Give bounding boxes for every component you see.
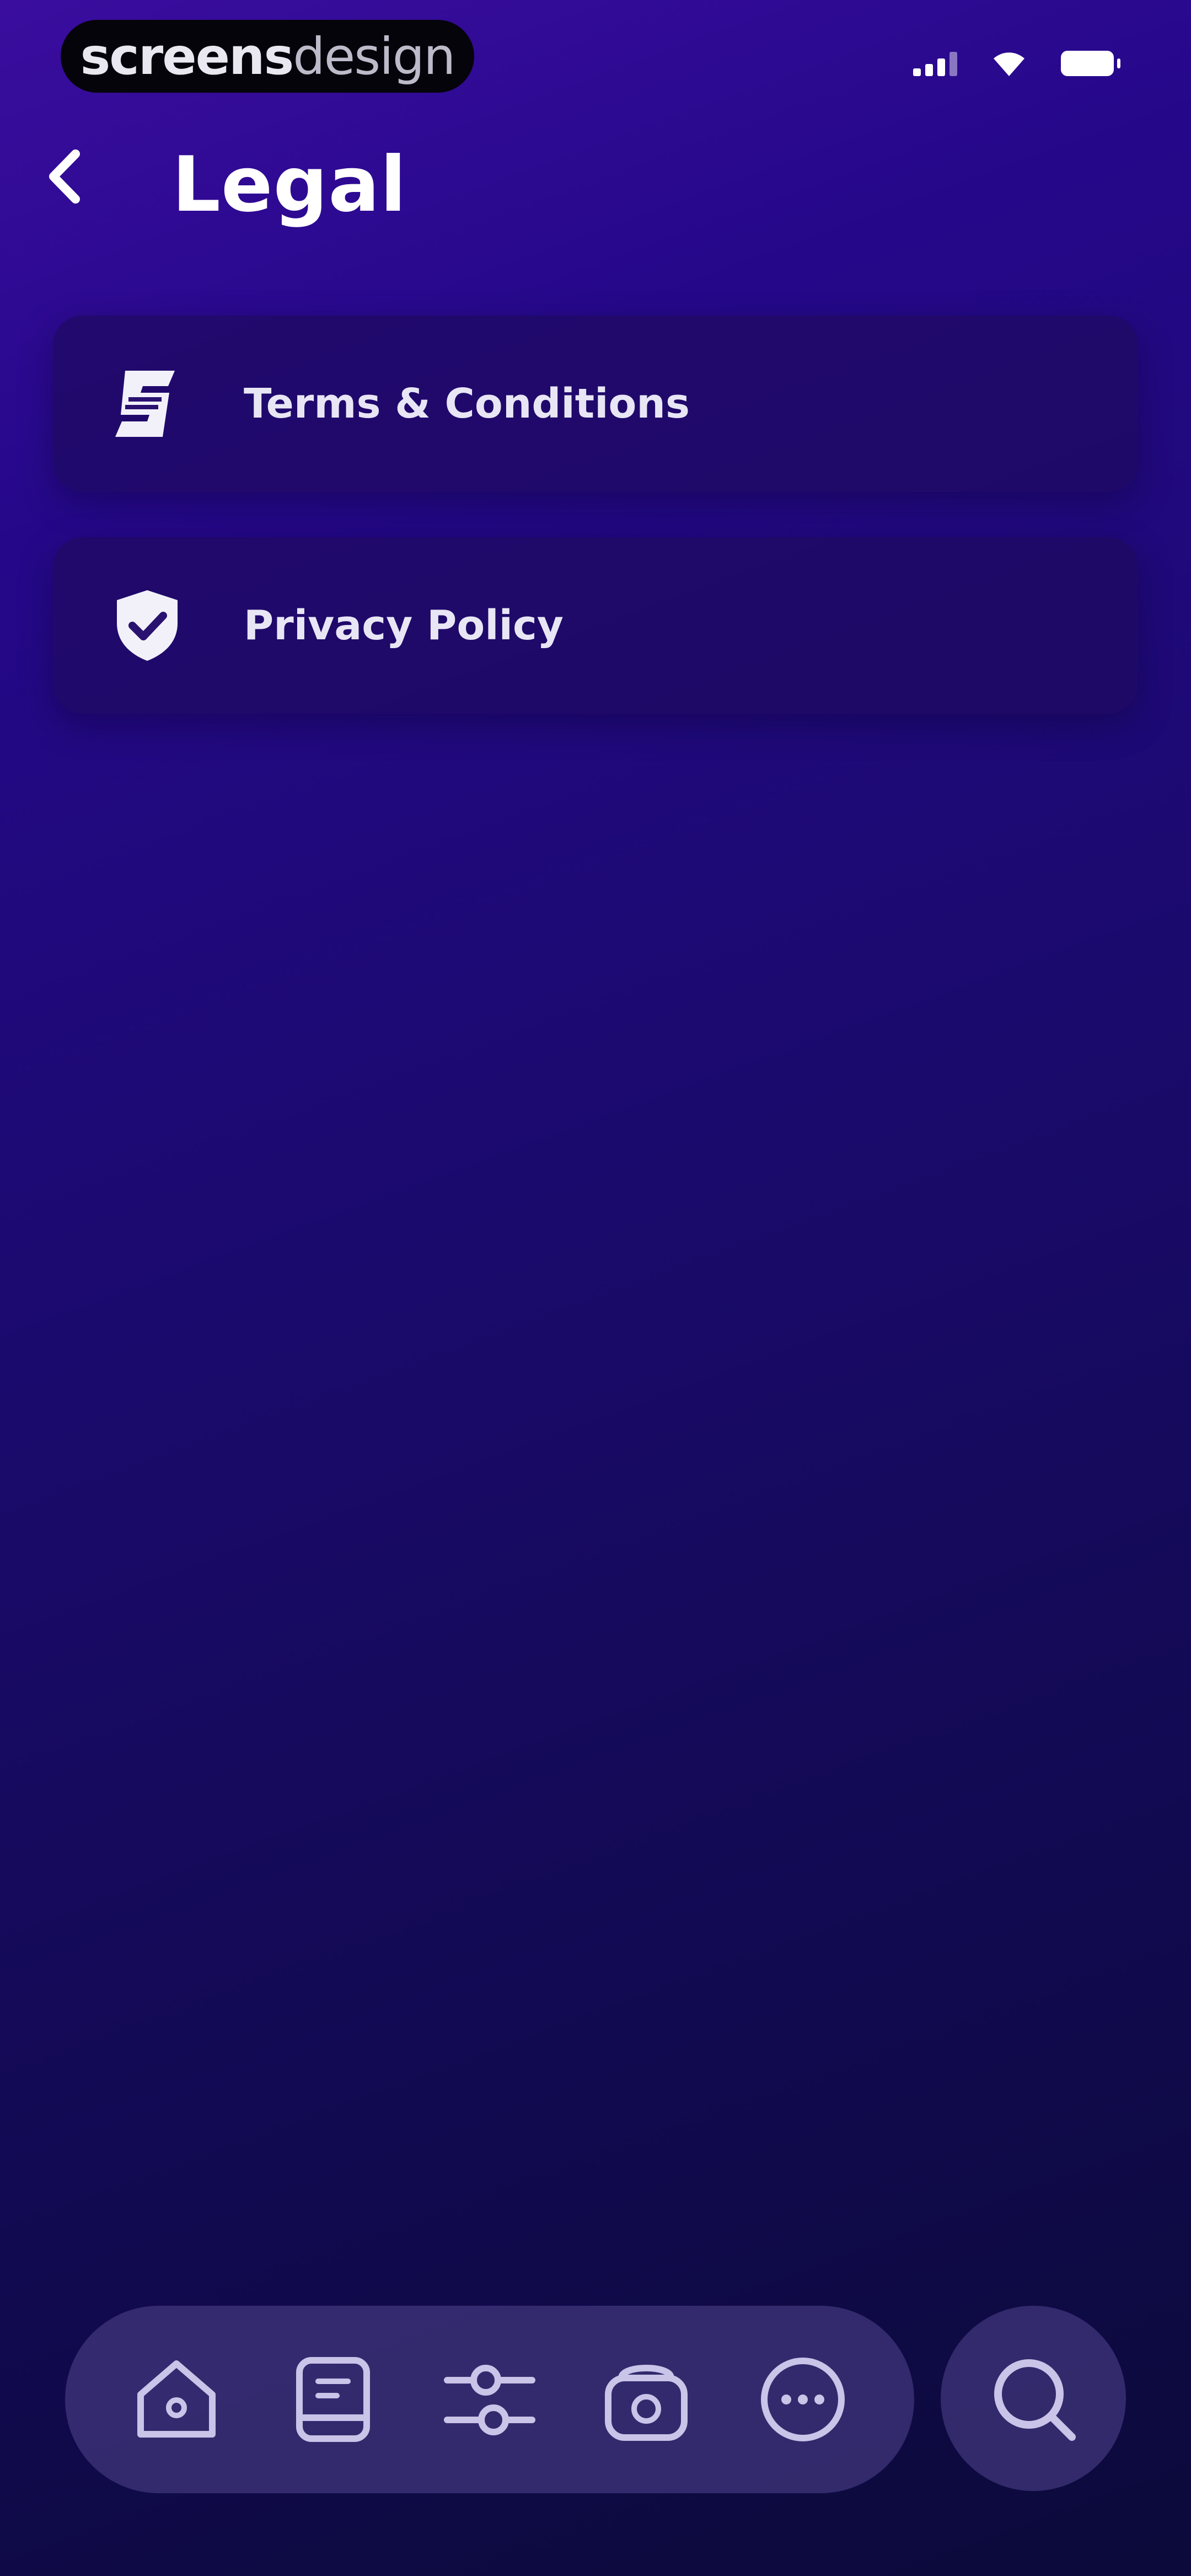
sliders-icon [444, 2365, 535, 2435]
bottom-nav [65, 2306, 914, 2493]
terms-document-icon [106, 362, 189, 445]
brand-logo-light: design [293, 26, 455, 86]
cellular-signal-icon [913, 51, 957, 76]
status-icons [913, 50, 1120, 77]
search-icon [994, 2359, 1076, 2441]
nav-more[interactable] [750, 2347, 855, 2452]
nav-filters[interactable] [437, 2347, 542, 2452]
book-icon [296, 2357, 370, 2442]
chevron-left-icon [49, 149, 80, 204]
privacy-policy-label: Privacy Policy [244, 602, 564, 649]
wifi-icon [994, 52, 1024, 76]
battery-icon [1061, 51, 1120, 76]
home-icon [137, 2360, 216, 2438]
header: Legal [0, 121, 1191, 248]
more-icon [761, 2358, 845, 2441]
status-bar: screens design [0, 0, 1191, 121]
terms-and-conditions-label: Terms & Conditions [244, 380, 690, 427]
page-title: Legal [172, 140, 407, 229]
back-button[interactable] [33, 143, 99, 210]
shield-check-icon [106, 584, 189, 667]
terms-and-conditions-item[interactable]: Terms & Conditions [53, 316, 1138, 492]
search-button[interactable] [941, 2306, 1126, 2491]
privacy-policy-item[interactable]: Privacy Policy [53, 537, 1138, 714]
nav-library[interactable] [281, 2347, 385, 2452]
brand-logo-strong: screens [80, 26, 294, 86]
brand-logo: screens design [61, 20, 474, 93]
nav-radio[interactable] [594, 2347, 699, 2452]
nav-home[interactable] [124, 2347, 229, 2452]
radio-icon [605, 2365, 688, 2441]
